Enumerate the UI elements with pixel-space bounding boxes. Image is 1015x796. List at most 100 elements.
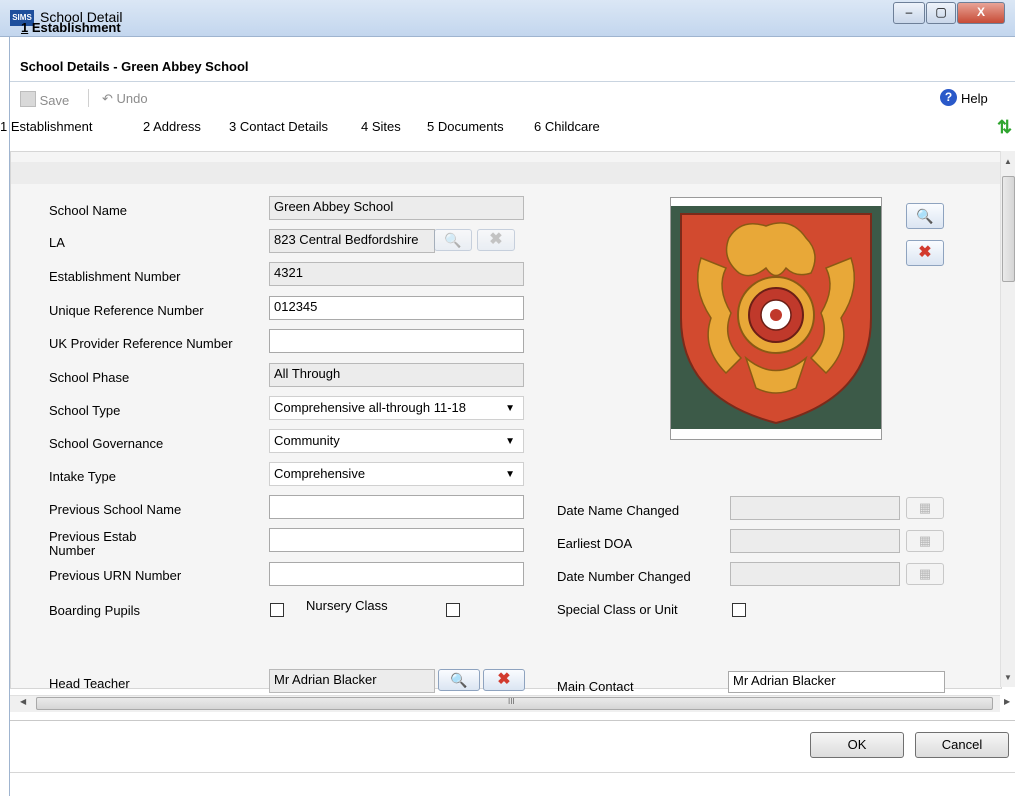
help-icon[interactable]: ? [940, 89, 957, 106]
date-number-changed-field[interactable] [730, 562, 900, 586]
chevron-down-icon: ▼ [505, 469, 515, 480]
maximize-button[interactable]: ▢ [926, 2, 956, 24]
intake-type-label: Intake Type [49, 469, 116, 484]
school-crest-image [670, 197, 882, 440]
clear-x-icon: ✖ [489, 231, 503, 248]
save-icon [20, 91, 36, 107]
main-contact-field[interactable]: Mr Adrian Blacker [728, 671, 945, 693]
date-number-changed-label: Date Number Changed [557, 569, 691, 584]
ukprn-field[interactable] [269, 329, 524, 353]
clear-x-icon: ✖ [497, 671, 511, 688]
magnifier-icon: 🔍 [916, 208, 934, 224]
date-name-changed-label: Date Name Changed [557, 503, 680, 518]
ok-button[interactable]: OK [810, 732, 904, 758]
crest-view-button[interactable]: 🔍 [906, 203, 944, 229]
save-label: Save [39, 93, 70, 108]
undo-button[interactable]: ↶ Undo [102, 91, 148, 107]
previous-urn-field[interactable] [269, 562, 524, 586]
undo-icon: ↶ [102, 91, 113, 106]
save-button[interactable]: Save [20, 91, 69, 108]
intake-type-value: Comprehensive [274, 466, 366, 481]
school-governance-select[interactable]: Community ▼ [269, 429, 524, 453]
nursery-class-checkbox[interactable] [446, 603, 460, 617]
clear-x-icon: ✖ [918, 244, 932, 261]
tab-childcare[interactable]: 6 Childcare [534, 119, 600, 134]
scroll-right-icon[interactable]: ▶ [1004, 697, 1010, 706]
tab-address[interactable]: 2 Address [143, 119, 201, 134]
previous-urn-label: Previous URN Number [49, 568, 182, 583]
school-type-label: School Type [49, 403, 121, 418]
help-link[interactable]: Help [961, 91, 988, 106]
tab-sites[interactable]: 4 Sites [361, 119, 401, 134]
special-class-label: Special Class or Unit [557, 602, 678, 617]
page-title: School Details - Green Abbey School [20, 59, 249, 74]
head-teacher-clear-button[interactable]: ✖ [483, 669, 525, 691]
school-phase-label: School Phase [49, 370, 130, 385]
crest-remove-button[interactable]: ✖ [906, 240, 944, 266]
scroll-down-icon[interactable]: ▼ [1004, 673, 1012, 682]
establishment-number-field[interactable]: 4321 [269, 262, 524, 286]
intake-type-select[interactable]: Comprehensive ▼ [269, 462, 524, 486]
la-search-button[interactable]: 🔍 [434, 229, 472, 251]
school-name-label: School Name [49, 203, 128, 218]
calendar-button[interactable]: ▦ [906, 497, 944, 519]
urn-label: Unique Reference Number [49, 303, 204, 318]
tab-establishment[interactable]: 1 Establishment [0, 119, 93, 134]
earliest-doa-field[interactable] [730, 529, 900, 553]
calendar-icon: ▦ [918, 500, 932, 515]
la-clear-button[interactable]: ✖ [477, 229, 515, 251]
main-contact-label: Main Contact [557, 679, 634, 694]
urn-field[interactable]: 012345 [269, 296, 524, 320]
nursery-class-label: Nursery Class [306, 598, 388, 613]
minimize-icon: – [905, 5, 913, 19]
cancel-button[interactable]: Cancel [915, 732, 1009, 758]
section-header [11, 162, 1001, 184]
previous-estab-number-field[interactable] [269, 528, 524, 552]
calendar-icon: ▦ [918, 566, 932, 581]
maximize-icon: ▢ [935, 5, 947, 19]
boarding-pupils-checkbox[interactable] [270, 603, 284, 617]
previous-school-name-label: Previous School Name [49, 502, 182, 517]
head-teacher-field[interactable]: Mr Adrian Blacker [269, 669, 435, 693]
minimize-button[interactable]: – [893, 2, 925, 24]
school-governance-label: School Governance [49, 436, 164, 451]
tab-contact-details[interactable]: 3 Contact Details [229, 119, 328, 134]
head-teacher-search-button[interactable]: 🔍 [438, 669, 480, 691]
close-icon: X [976, 5, 985, 19]
magnifier-icon: 🔍 [450, 672, 468, 688]
date-name-changed-field[interactable] [730, 496, 900, 520]
head-teacher-label: Head Teacher [49, 676, 130, 691]
la-field[interactable]: 823 Central Bedfordshire [269, 229, 435, 253]
refresh-arrows-icon[interactable]: ⇅ [997, 117, 1012, 138]
calendar-button[interactable]: ▦ [906, 530, 944, 552]
previous-estab-number-label: Previous Estab Number [49, 529, 137, 558]
establishment-number-label: Establishment Number [49, 269, 181, 284]
toolbar-separator [88, 89, 89, 107]
ukprn-label: UK Provider Reference Number [49, 336, 233, 351]
close-button[interactable]: X [957, 2, 1005, 24]
previous-school-name-field[interactable] [269, 495, 524, 519]
vertical-scroll-thumb[interactable] [1002, 176, 1015, 282]
scroll-left-icon[interactable]: ◀ [20, 697, 26, 706]
chevron-down-icon: ▼ [505, 403, 515, 414]
school-name-field[interactable]: Green Abbey School [269, 196, 524, 220]
special-class-checkbox[interactable] [732, 603, 746, 617]
tab-documents[interactable]: 5 Documents [427, 119, 504, 134]
divider [10, 81, 1015, 82]
boarding-pupils-label: Boarding Pupils [49, 603, 141, 618]
school-type-select[interactable]: Comprehensive all-through 11-18 ▼ [269, 396, 524, 420]
divider [10, 720, 1015, 721]
school-type-value: Comprehensive all-through 11-18 [274, 400, 466, 415]
magnifier-icon: 🔍 [444, 232, 462, 248]
crest-icon [671, 206, 881, 429]
scroll-grip-icon: III [508, 697, 515, 706]
status-bar-divider [10, 772, 1015, 773]
calendar-icon: ▦ [918, 533, 932, 548]
title-bar [0, 0, 1015, 37]
calendar-button[interactable]: ▦ [906, 563, 944, 585]
chevron-down-icon: ▼ [505, 436, 515, 447]
school-phase-field[interactable]: All Through [269, 363, 524, 387]
earliest-doa-label: Earliest DOA [557, 536, 633, 551]
scroll-up-icon[interactable]: ▲ [1004, 157, 1012, 166]
school-governance-value: Community [274, 433, 340, 448]
